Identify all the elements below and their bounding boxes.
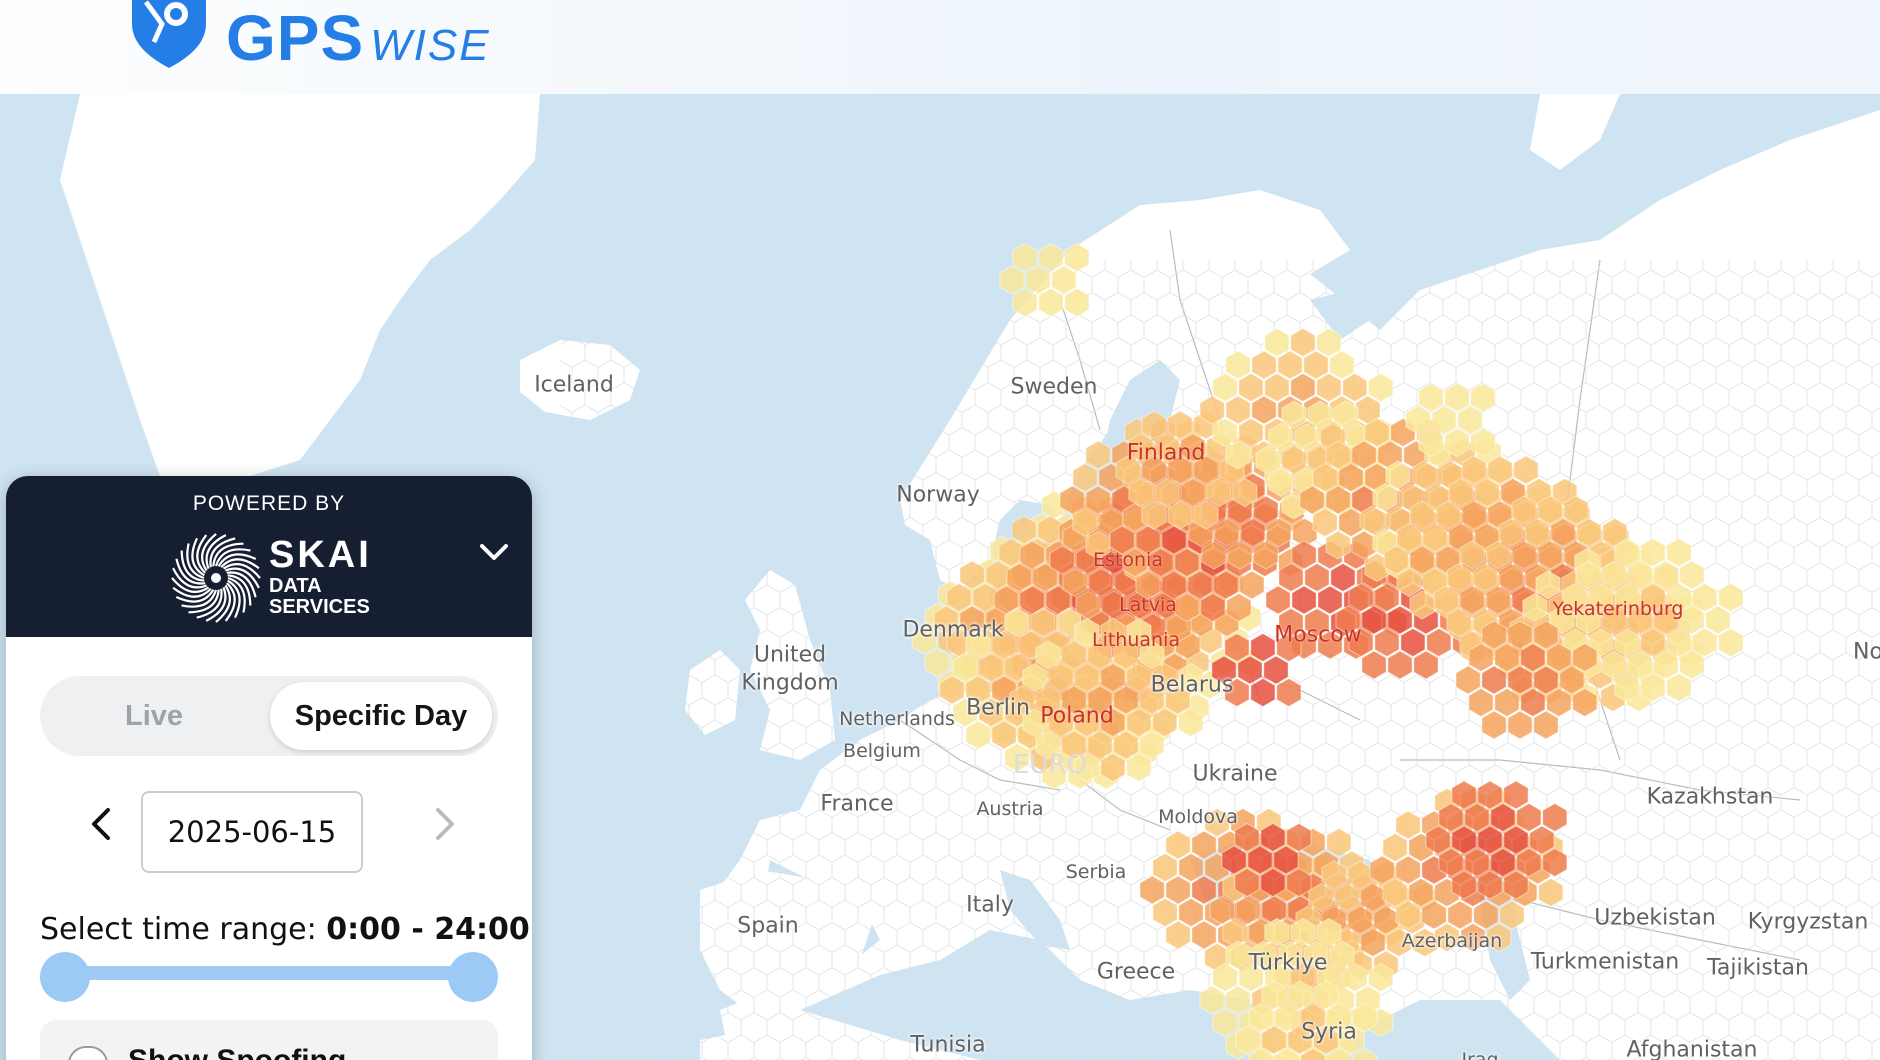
gpswise-logo[interactable]: GPS WISE [126,0,491,70]
map-label-france: France [820,791,894,817]
time-range-end-handle[interactable] [448,952,498,1002]
time-range-label: Select time range: 0:00 - 24:00 [40,912,530,947]
map-label-united: United [753,642,827,668]
skai-spiral-icon [171,533,261,623]
time-range-value: 0:00 - 24:00 [326,912,530,947]
map-label-t-rkiye: Türkiye [1248,950,1328,976]
map-label-estonia: Estonia [1093,549,1163,571]
skai-brand-name: SKAI [269,534,372,576]
map-label-tunisia: Tunisia [910,1032,986,1058]
map-label-spain: Spain [737,913,799,939]
map-label-yekaterinburg: Yekaterinburg [1552,598,1684,620]
gpswise-app: Iceland Sweden Norway Finland Estonia Latvia L… [0,0,1880,1060]
map-label-berlin: Berlin [966,695,1030,721]
control-panel: POWERED BY SKAI DATA SERVICES Live Speci… [6,476,532,1060]
logo-wise-text: WISE [370,21,491,70]
mode-specific-day-button[interactable]: Specific Day [270,682,492,750]
panel-header: POWERED BY SKAI DATA SERVICES [6,476,532,637]
mode-live-button[interactable]: Live [40,676,268,756]
map-label-kazakhstan: Kazakhstan [1646,784,1774,810]
map-label-iceland: Iceland [534,372,614,398]
time-range-track[interactable] [66,966,484,980]
logo-gps-text: GPS [226,2,365,74]
map-label-iraq: Iraq [1461,1049,1499,1060]
skai-sub-line-1: DATA [269,575,322,597]
top-header: GPS WISE [0,0,1880,94]
map-label-denmark: Denmark [902,617,1004,643]
map-label-serbia: Serbia [1065,861,1127,883]
map-label-moldova: Moldova [1158,806,1238,828]
chevron-down-icon[interactable] [476,534,512,570]
map-label-kyrgyzstan: Kyrgyzstan [1747,909,1869,935]
map-label-finland: Finland [1126,440,1206,466]
map-label-no: No [1853,639,1880,665]
show-spoofing-label: Show Spoofing [128,1044,346,1060]
shield-pin-icon [132,0,206,68]
map-label-poland: Poland [1040,703,1114,729]
show-spoofing-radio[interactable] [68,1046,108,1060]
map-label-austria: Austria [976,798,1044,820]
map-label-turkmenistan: Turkmenistan [1530,949,1680,975]
skai-sub-line-2: SERVICES [269,596,370,618]
map-label-netherlands: Netherlands [839,708,955,730]
map-label-moscow: Moscow [1274,622,1362,648]
show-spoofing-row[interactable]: Show Spoofing [40,1020,498,1060]
map-label-kingdom: Kingdom [741,670,839,696]
map-label-sweden: Sweden [1010,374,1098,400]
map-label-latvia: Latvia [1119,594,1177,616]
mode-toggle: Live Specific Day [40,676,498,756]
chevron-right-icon [436,808,454,840]
map-label-lithuania: Lithuania [1091,629,1181,651]
map-label-italy: Italy [966,892,1014,918]
map-label-syria: Syria [1301,1019,1357,1045]
chevron-left-icon[interactable] [84,804,120,844]
time-range-start-handle[interactable] [40,952,90,1002]
map-label-ukraine: Ukraine [1192,761,1278,787]
skai-brand-sub: DATA SERVICES [269,576,370,618]
map-label-norway: Norway [896,482,980,508]
date-field[interactable]: 2025-06-15 [141,791,363,873]
map-label-belgium: Belgium [843,740,921,762]
map-label-tajikistan: Tajikistan [1707,955,1809,981]
time-range-caption: Select time range: [40,912,327,947]
map-label-azerbaijan: Azerbaijan [1401,930,1503,952]
map-label-afghanistan: Afghanistan [1626,1037,1758,1060]
map-label-greece: Greece [1096,959,1176,985]
map-label-euro: EURO [1013,750,1087,780]
powered-by-label: POWERED BY [192,492,346,515]
map-label-belarus: Belarus [1150,672,1234,698]
map-label-uzbekistan: Uzbekistan [1594,905,1716,931]
